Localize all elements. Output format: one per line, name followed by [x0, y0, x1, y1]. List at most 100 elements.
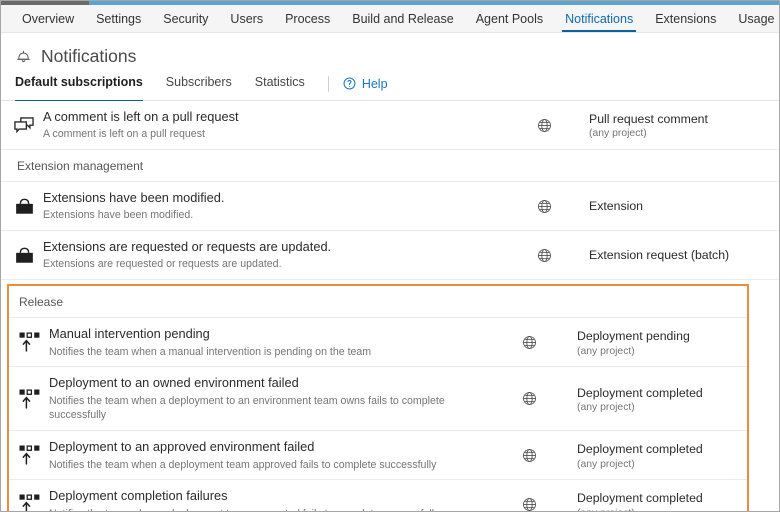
- row-title: Extensions have been modified.: [43, 190, 225, 206]
- row-subtitle: Extensions are requested or requests are…: [43, 258, 282, 271]
- row-channel-icon: [481, 497, 577, 511]
- row-description: Extensions have been modified. Extension…: [43, 182, 499, 230]
- row-type-icon: [9, 388, 49, 410]
- help-link[interactable]: Help: [343, 77, 388, 97]
- row-target-title: Extension: [589, 198, 644, 213]
- globe-icon: [537, 199, 552, 214]
- row-type-icon: [9, 493, 49, 511]
- row-channel-icon: [499, 118, 589, 133]
- release-deploy-icon: [18, 388, 42, 410]
- app-window: Overview Settings Security Users Process Buil…: [0, 0, 780, 512]
- globe-icon: [537, 118, 552, 133]
- nav-item-process[interactable]: Process: [274, 5, 341, 32]
- page-header: Notifications: [1, 33, 779, 67]
- row-type-icon: [9, 444, 49, 466]
- row-title: Manual intervention pending: [49, 326, 210, 342]
- subscription-row[interactable]: Deployment to an owned environment faile…: [9, 367, 747, 432]
- subtab-divider: [327, 75, 329, 92]
- row-title: Deployment completion failures: [49, 488, 228, 504]
- row-subtitle: Notifies the team when a deployment team…: [49, 507, 481, 511]
- nav-item-build-and-release[interactable]: Build and Release: [341, 5, 464, 32]
- subscription-row[interactable]: A comment is left on a pull request A co…: [1, 101, 779, 151]
- row-type-icon: [1, 197, 43, 216]
- question-circle-icon: [343, 77, 356, 90]
- nav-item-notifications[interactable]: Notifications: [554, 5, 644, 32]
- row-target-title: Pull request comment: [589, 111, 708, 126]
- row-subtitle: Extensions have been modified.: [43, 209, 194, 222]
- row-subtitle: Notifies the team when a manual interven…: [49, 345, 372, 358]
- row-title: Deployment to an approved environment fa…: [49, 439, 315, 455]
- row-title: Extensions are requested or requests are…: [43, 239, 332, 255]
- nav-item-agent-pools[interactable]: Agent Pools: [465, 5, 554, 32]
- subscription-list: A comment is left on a pull request A co…: [1, 101, 779, 511]
- globe-icon: [522, 335, 537, 350]
- row-target: Deployment pending (any project): [577, 328, 747, 357]
- row-type-icon: [9, 331, 49, 353]
- section-ungrouped-top: A comment is left on a pull request A co…: [1, 101, 779, 151]
- row-target-scope: (any project): [577, 345, 635, 357]
- subscription-row[interactable]: Deployment to an approved environment fa…: [9, 431, 747, 481]
- row-target-scope: (any project): [577, 508, 739, 511]
- subscription-row[interactable]: Manual intervention pending Notifies the…: [9, 318, 747, 368]
- help-label: Help: [361, 76, 388, 91]
- row-target: Extension request (batch): [589, 247, 779, 264]
- section-extension-management: Extension management Extensions have bee…: [1, 150, 779, 281]
- nav-item-overview[interactable]: Overview: [11, 5, 85, 32]
- nav-item-settings[interactable]: Settings: [85, 5, 152, 32]
- section-header: Extension management: [1, 150, 779, 183]
- row-target-title: Deployment completed: [577, 491, 703, 506]
- release-deploy-icon: [18, 493, 42, 511]
- comment-icon: [13, 116, 35, 135]
- row-target: Deployment completed (any project): [577, 441, 747, 470]
- row-description: Manual intervention pending Notifies the…: [49, 318, 481, 366]
- nav-item-security[interactable]: Security: [152, 5, 219, 32]
- row-channel-icon: [499, 199, 589, 214]
- globe-icon: [537, 248, 552, 263]
- row-target: Extension: [589, 198, 779, 215]
- row-subtitle: Notifies the team when a deployment team…: [49, 458, 437, 471]
- row-target-scope: (any project): [577, 458, 635, 470]
- row-target: Deployment completed (any project): [577, 385, 747, 414]
- subtab-statistics[interactable]: Statistics: [255, 73, 314, 101]
- row-channel-icon: [481, 448, 577, 463]
- row-subtitle: Notifies the team when a deployment to a…: [49, 394, 445, 422]
- row-target: Deployment completed (any project): [577, 490, 747, 511]
- row-channel-icon: [499, 248, 589, 263]
- globe-icon: [522, 448, 537, 463]
- release-deploy-icon: [18, 444, 42, 466]
- nav-item-usage[interactable]: Usage: [727, 5, 779, 32]
- row-target-title: Extension request (batch): [589, 247, 730, 262]
- section-header: Release: [9, 286, 747, 319]
- row-description: Extensions are requested or requests are…: [43, 231, 499, 279]
- extension-bag-icon: [14, 246, 35, 265]
- row-target-title: Deployment completed: [577, 385, 703, 400]
- row-target-scope: (any project): [589, 128, 647, 140]
- row-title: A comment is left on a pull request: [43, 109, 239, 124]
- globe-icon: [522, 391, 537, 406]
- row-subtitle: A comment is left on a pull request: [43, 128, 205, 141]
- row-description: A comment is left on a pull request A co…: [43, 101, 499, 149]
- row-description: Deployment to an owned environment faile…: [49, 367, 481, 430]
- subtab-bar[interactable]: Default subscriptions Subscribers Statisti…: [1, 73, 779, 102]
- row-target-title: Deployment completed: [577, 442, 703, 457]
- subtab-subscribers[interactable]: Subscribers: [166, 73, 241, 101]
- row-target-scope: (any project): [577, 402, 635, 414]
- subtab-default-subscriptions[interactable]: Default subscriptions: [15, 73, 152, 102]
- nav-item-users[interactable]: Users: [219, 5, 274, 32]
- bell-icon: [15, 47, 32, 65]
- extension-bag-icon: [14, 197, 35, 216]
- subscription-row[interactable]: Extensions have been modified. Extension…: [1, 182, 779, 232]
- subscription-row[interactable]: Extensions are requested or requests are…: [1, 231, 779, 281]
- section-release: Release Manual intervention pending Noti…: [7, 284, 749, 511]
- page-title: Notifications: [41, 45, 137, 66]
- row-target-title: Deployment pending: [577, 329, 690, 344]
- primary-navigation[interactable]: Overview Settings Security Users Process Buil…: [1, 5, 779, 33]
- row-type-icon: [1, 116, 43, 135]
- row-description: Deployment completion failures Notifies …: [49, 480, 481, 511]
- row-target: Pull request comment (any project): [589, 111, 779, 140]
- globe-icon: [522, 497, 537, 511]
- row-type-icon: [1, 246, 43, 265]
- nav-item-extensions[interactable]: Extensions: [644, 5, 727, 32]
- subscription-row[interactable]: Deployment completion failures Notifies …: [9, 480, 747, 511]
- row-title: Deployment to an owned environment faile…: [49, 375, 299, 391]
